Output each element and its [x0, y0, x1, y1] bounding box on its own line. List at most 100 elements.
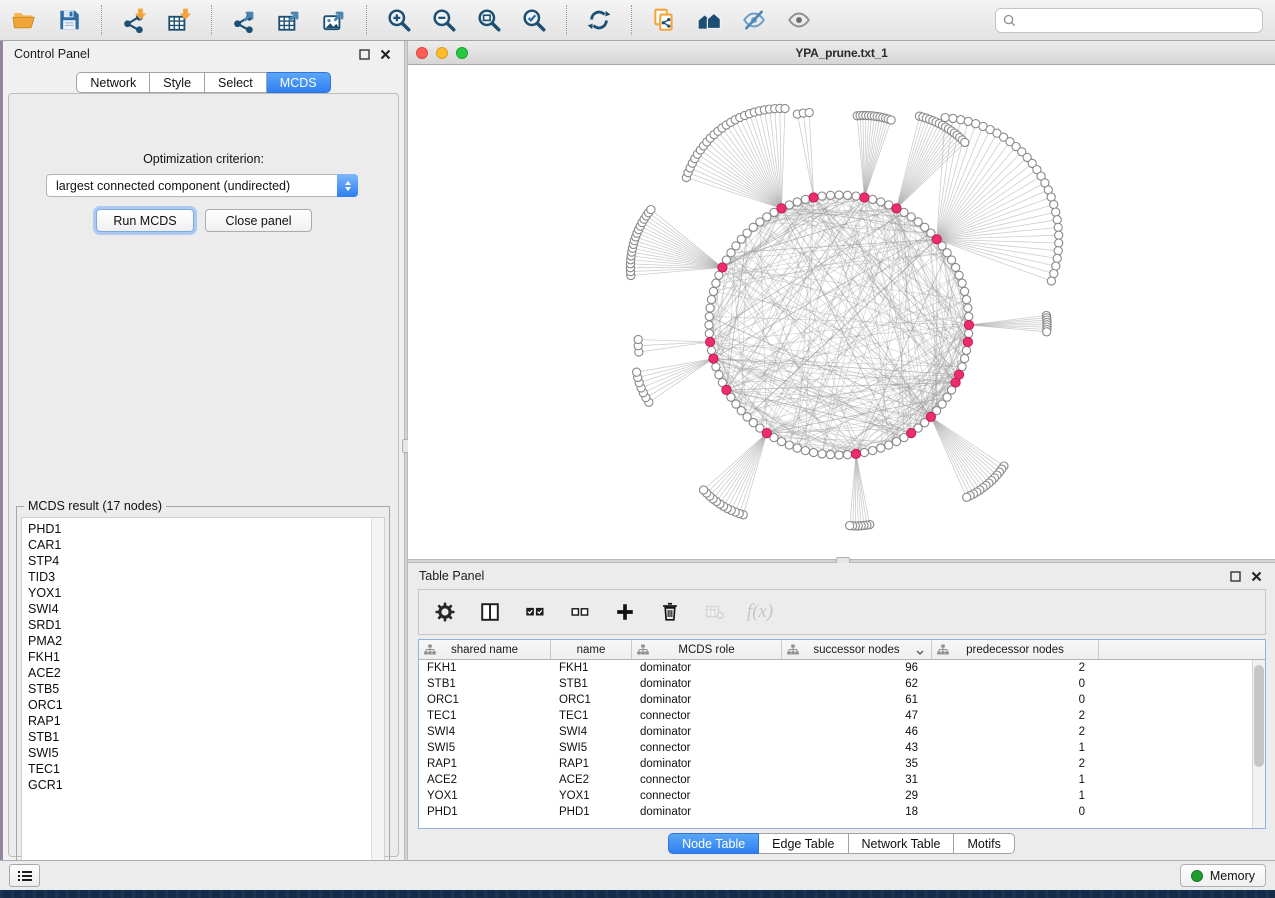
table-cell[interactable]: connector	[632, 788, 782, 804]
table-cell[interactable]: 35	[782, 756, 932, 772]
table-row[interactable]: SWI5SWI5connector431	[419, 740, 1252, 756]
delete-column-button[interactable]	[658, 600, 682, 624]
table-cell[interactable]: YOX1	[551, 788, 632, 804]
copy-network-button[interactable]	[650, 6, 678, 34]
dropdown-stepper-icon[interactable]	[337, 174, 358, 197]
open-file-button[interactable]	[10, 6, 38, 34]
tab-node-table[interactable]: Node Table	[668, 833, 759, 854]
table-row[interactable]: FKH1FKH1dominator962	[419, 660, 1252, 676]
column-header-shared-name[interactable]: shared name	[419, 640, 551, 659]
table-cell[interactable]: YOX1	[419, 788, 551, 804]
run-mcds-button[interactable]: Run MCDS	[96, 209, 194, 232]
table-cell[interactable]: SWI5	[419, 740, 551, 756]
table-cell[interactable]: RAP1	[419, 756, 551, 772]
column-header-predecessor-nodes[interactable]: predecessor nodes	[932, 640, 1099, 659]
zoom-in-button[interactable]	[385, 6, 413, 34]
table-cell[interactable]: 1	[932, 788, 1099, 804]
mcds-result-item[interactable]: GCR1	[22, 777, 370, 793]
float-panel-icon[interactable]	[1228, 569, 1243, 584]
tab-motifs[interactable]: Motifs	[954, 833, 1014, 854]
import-table-button[interactable]	[165, 6, 193, 34]
select-all-button[interactable]	[523, 600, 547, 624]
table-cell[interactable]: 2	[932, 756, 1099, 772]
table-cell[interactable]: STB1	[551, 676, 632, 692]
first-neighbors-button[interactable]	[695, 6, 723, 34]
table-cell[interactable]: SWI4	[551, 724, 632, 740]
table-cell[interactable]: 31	[782, 772, 932, 788]
close-panel-button[interactable]: Close panel	[205, 209, 312, 232]
mcds-result-item[interactable]: SRD1	[22, 617, 370, 633]
table-cell[interactable]: 61	[782, 692, 932, 708]
table-cell[interactable]: ACE2	[551, 772, 632, 788]
settings-gear-button[interactable]	[433, 600, 457, 624]
export-table-button[interactable]	[275, 6, 303, 34]
mcds-result-item[interactable]: STB1	[22, 729, 370, 745]
table-row[interactable]: ORC1ORC1dominator610	[419, 692, 1252, 708]
mcds-result-item[interactable]: ACE2	[22, 665, 370, 681]
table-cell[interactable]: connector	[632, 740, 782, 756]
column-layout-button[interactable]	[478, 600, 502, 624]
table-cell[interactable]: 0	[932, 676, 1099, 692]
table-cell[interactable]: 43	[782, 740, 932, 756]
table-cell[interactable]: dominator	[632, 756, 782, 772]
table-cell[interactable]: ORC1	[419, 692, 551, 708]
mcds-result-item[interactable]: PMA2	[22, 633, 370, 649]
table-cell[interactable]: PHD1	[551, 804, 632, 820]
mcds-result-item[interactable]: TEC1	[22, 761, 370, 777]
close-panel-icon[interactable]	[378, 47, 393, 62]
table-row[interactable]: YOX1YOX1connector291	[419, 788, 1252, 804]
tab-mcds[interactable]: MCDS	[267, 72, 331, 93]
table-row[interactable]: STB1STB1dominator620	[419, 676, 1252, 692]
mcds-result-item[interactable]: FKH1	[22, 649, 370, 665]
table-cell[interactable]: 1	[932, 772, 1099, 788]
table-cell[interactable]: 2	[932, 724, 1099, 740]
mcds-list-scrollbar[interactable]	[371, 518, 384, 860]
table-cell[interactable]: TEC1	[551, 708, 632, 724]
table-cell[interactable]: connector	[632, 708, 782, 724]
add-column-button[interactable]	[613, 600, 637, 624]
show-all-button[interactable]	[785, 6, 813, 34]
table-cell[interactable]: 2	[932, 708, 1099, 724]
table-cell[interactable]: 0	[932, 692, 1099, 708]
table-row[interactable]: SWI4SWI4dominator462	[419, 724, 1252, 740]
mcds-result-item[interactable]: TID3	[22, 569, 370, 585]
table-cell[interactable]: dominator	[632, 676, 782, 692]
tab-edge-table[interactable]: Edge Table	[759, 833, 848, 854]
table-cell[interactable]: 1	[932, 740, 1099, 756]
table-cell[interactable]: SWI4	[419, 724, 551, 740]
search-box[interactable]	[995, 8, 1263, 33]
zoom-selected-button[interactable]	[520, 6, 548, 34]
table-cell[interactable]: 2	[932, 660, 1099, 676]
save-button[interactable]	[55, 6, 83, 34]
table-cell[interactable]: ACE2	[419, 772, 551, 788]
column-header-MCDS-role[interactable]: MCDS role	[632, 640, 782, 659]
table-cell[interactable]: STB1	[419, 676, 551, 692]
mcds-result-item[interactable]: PHD1	[22, 521, 370, 537]
table-cell[interactable]: FKH1	[419, 660, 551, 676]
table-cell[interactable]: 96	[782, 660, 932, 676]
optimization-criterion-dropdown[interactable]: largest connected component (undirected)	[46, 174, 358, 197]
mcds-result-item[interactable]: STP4	[22, 553, 370, 569]
table-cell[interactable]: ORC1	[551, 692, 632, 708]
table-cell[interactable]: PHD1	[419, 804, 551, 820]
table-cell[interactable]: 0	[932, 804, 1099, 820]
table-row[interactable]: TEC1TEC1connector472	[419, 708, 1252, 724]
float-panel-icon[interactable]	[357, 47, 372, 62]
table-cell[interactable]: 62	[782, 676, 932, 692]
mcds-result-item[interactable]: YOX1	[22, 585, 370, 601]
zoom-out-button[interactable]	[430, 6, 458, 34]
table-cell[interactable]: dominator	[632, 724, 782, 740]
table-cell[interactable]: 18	[782, 804, 932, 820]
close-panel-icon[interactable]	[1249, 569, 1264, 584]
export-image-button[interactable]	[320, 6, 348, 34]
tab-style[interactable]: Style	[150, 72, 205, 93]
zoom-fit-button[interactable]	[475, 6, 503, 34]
table-cell[interactable]: dominator	[632, 660, 782, 676]
export-network-button[interactable]	[230, 6, 258, 34]
hide-selected-button[interactable]	[740, 6, 768, 34]
table-scrollbar[interactable]	[1252, 660, 1265, 828]
table-cell[interactable]: connector	[632, 772, 782, 788]
table-cell[interactable]: 29	[782, 788, 932, 804]
table-cell[interactable]: TEC1	[419, 708, 551, 724]
deselect-all-button[interactable]	[568, 600, 592, 624]
